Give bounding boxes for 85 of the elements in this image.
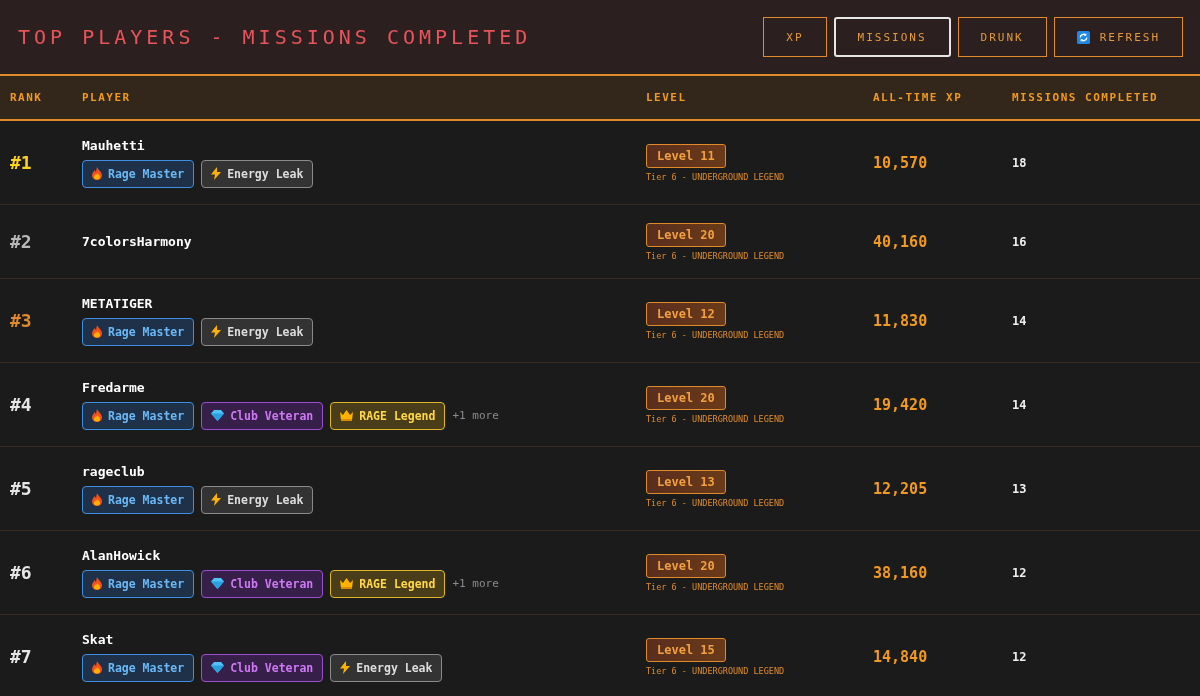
- achievement-badge: Club Veteran: [201, 569, 324, 598]
- achievement-badge: Rage Master: [82, 159, 195, 188]
- refresh-button[interactable]: REFRESH: [1053, 17, 1183, 57]
- crown-icon: [340, 410, 354, 421]
- sort-tab[interactable]: XP: [763, 17, 827, 57]
- achievement-badge: Energy Leak: [330, 653, 443, 682]
- missions-count: 12: [1012, 649, 1028, 664]
- tier-label: Tier 6 - UNDERGROUND LEGEND: [646, 497, 785, 508]
- flame-icon: [92, 493, 102, 506]
- flame-icon: [92, 661, 102, 674]
- level-badge: Level 20: [646, 385, 726, 410]
- achievement-badge: Rage Master: [82, 485, 195, 514]
- diamond-icon: [211, 578, 225, 589]
- achievement-badge: Club Veteran: [201, 653, 324, 682]
- achievement-badge: RAGE Legend: [330, 569, 446, 598]
- column-header: RANK: [9, 91, 44, 104]
- achievement-badge: Rage Master: [82, 569, 195, 598]
- achievement-badge: Rage Master: [82, 401, 195, 430]
- rank-number: #7: [9, 646, 33, 667]
- diamond-icon: [211, 662, 225, 673]
- level-badge: Level 20: [646, 553, 726, 578]
- flame-icon: [92, 409, 102, 422]
- achievement-badge: Energy Leak: [201, 159, 314, 188]
- player-name: Skat: [82, 631, 115, 647]
- level-badge: Level 20: [646, 222, 726, 247]
- sort-tab[interactable]: DRUNK: [957, 17, 1047, 57]
- player-name: METATIGER: [82, 295, 154, 311]
- rank-number: #6: [9, 562, 33, 583]
- flame-icon: [92, 167, 102, 180]
- flame-icon: [92, 325, 102, 338]
- tier-label: Tier 6 - UNDERGROUND LEGEND: [646, 413, 785, 424]
- xp-value: 11,830: [873, 311, 929, 330]
- missions-count: 16: [1012, 234, 1028, 249]
- player-name: 7colorsHarmony: [82, 234, 193, 249]
- missions-count: 12: [1012, 565, 1028, 580]
- lightning-icon: [211, 493, 222, 506]
- column-header: PLAYER: [82, 91, 132, 104]
- more-badges-count: +1 more: [452, 577, 499, 590]
- flame-icon: [92, 577, 102, 590]
- xp-value: 38,160: [873, 563, 929, 582]
- rank-number: #2: [9, 231, 33, 252]
- tier-label: Tier 6 - UNDERGROUND LEGEND: [646, 665, 785, 676]
- achievement-badge: Energy Leak: [201, 485, 314, 514]
- refresh-icon: [1076, 30, 1090, 44]
- tier-label: Tier 6 - UNDERGROUND LEGEND: [646, 250, 785, 261]
- rank-number: #3: [9, 310, 33, 331]
- rank-number: #4: [9, 394, 33, 415]
- xp-value: 14,840: [873, 647, 929, 666]
- more-badges-count: +1 more: [452, 409, 499, 422]
- achievement-badge: Rage Master: [82, 653, 195, 682]
- sort-tab[interactable]: MISSIONS: [833, 17, 951, 57]
- lightning-icon: [211, 325, 222, 338]
- level-badge: Level 15: [646, 637, 726, 662]
- player-name: AlanHowick: [82, 547, 162, 563]
- rank-number: #1: [9, 152, 33, 173]
- lightning-icon: [211, 167, 222, 180]
- tier-label: Tier 6 - UNDERGROUND LEGEND: [646, 329, 785, 340]
- rank-number: #5: [9, 478, 33, 499]
- level-badge: Level 13: [646, 469, 726, 494]
- level-badge: Level 11: [646, 143, 726, 168]
- crown-icon: [340, 578, 354, 589]
- column-header: MISSIONS COMPLETED: [1012, 91, 1160, 104]
- player-name: Fredarme: [82, 379, 146, 395]
- achievement-badge: Rage Master: [82, 317, 195, 346]
- xp-value: 19,420: [873, 395, 929, 414]
- column-header: LEVEL: [646, 91, 688, 104]
- xp-value: 12,205: [873, 479, 929, 498]
- achievement-badge: RAGE Legend: [330, 401, 446, 430]
- level-badge: Level 12: [646, 301, 726, 326]
- player-name: rageclub: [82, 463, 146, 479]
- column-header: ALL-TIME XP: [873, 91, 964, 104]
- page-title: TOP PLAYERS - MISSIONS COMPLETED: [18, 25, 532, 49]
- missions-count: 14: [1012, 313, 1028, 328]
- xp-value: 40,160: [873, 232, 929, 251]
- missions-count: 14: [1012, 397, 1028, 412]
- diamond-icon: [211, 410, 225, 421]
- player-name: Mauhetti: [82, 137, 146, 153]
- xp-value: 10,570: [873, 153, 929, 172]
- tier-label: Tier 6 - UNDERGROUND LEGEND: [646, 171, 785, 182]
- achievement-badge: Club Veteran: [201, 401, 324, 430]
- lightning-icon: [340, 661, 351, 674]
- tier-label: Tier 6 - UNDERGROUND LEGEND: [646, 581, 785, 592]
- missions-count: 18: [1012, 155, 1028, 170]
- achievement-badge: Energy Leak: [201, 317, 314, 346]
- missions-count: 13: [1012, 481, 1028, 496]
